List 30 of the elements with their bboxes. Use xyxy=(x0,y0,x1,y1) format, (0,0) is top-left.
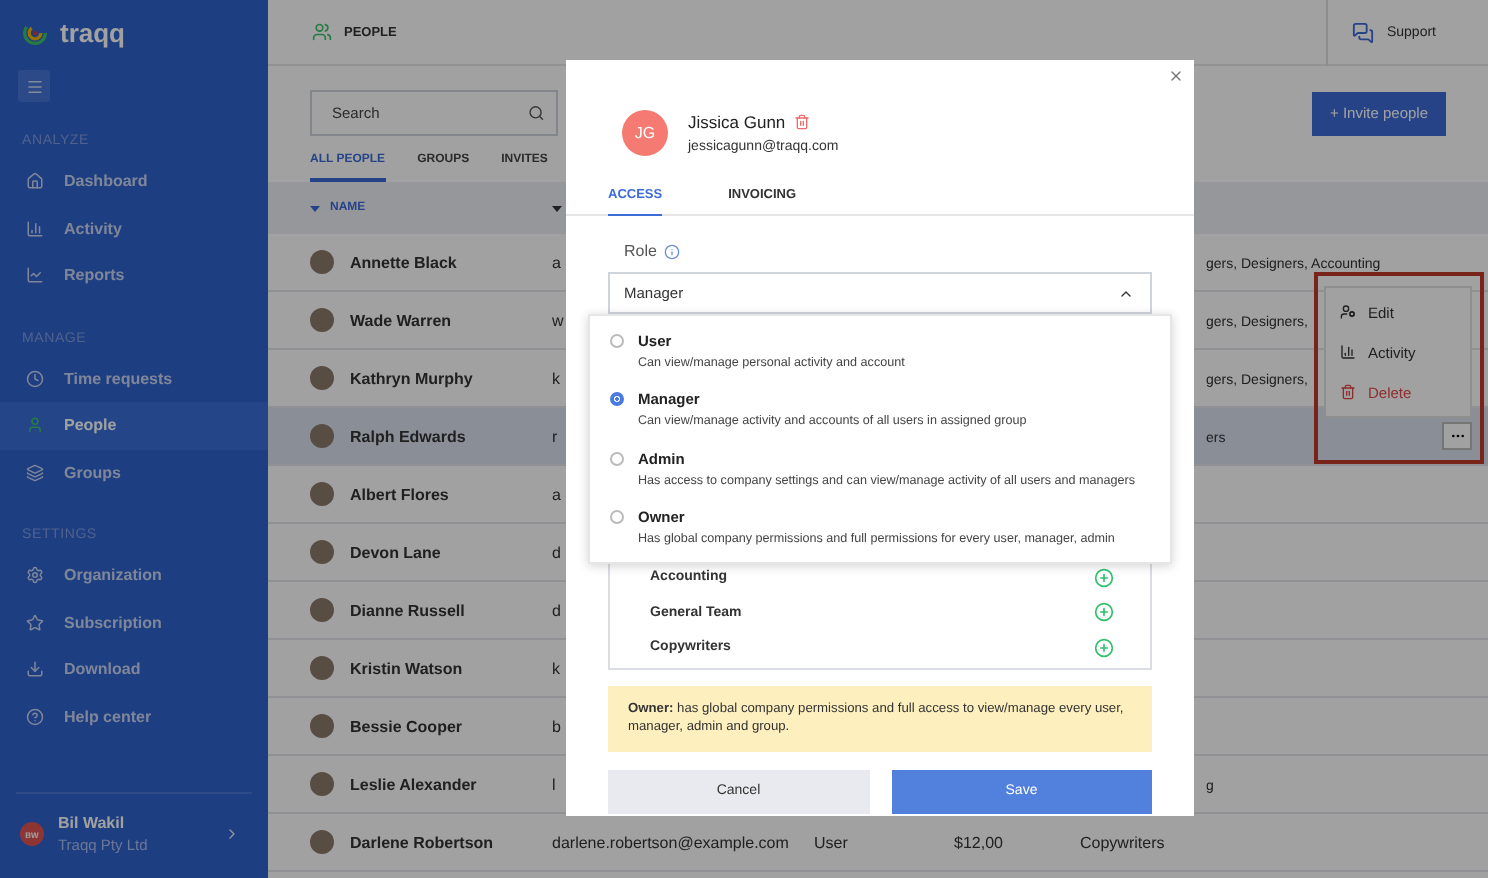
person-name: Wade Warren xyxy=(350,311,452,329)
email-cell: a xyxy=(552,253,561,271)
email-cell: k xyxy=(552,369,560,387)
person-name: Annette Black xyxy=(350,253,457,271)
role-cell: User xyxy=(814,833,848,851)
person-name: Dianne Russell xyxy=(350,601,465,619)
person-name: Leslie Alexander xyxy=(350,775,477,793)
email-cell: d xyxy=(552,601,561,619)
rate-cell: $12,00 xyxy=(954,833,1003,851)
person-name: Darlene Robertson xyxy=(350,833,494,851)
person-name: Albert Flores xyxy=(350,485,449,503)
person-name: Ralph Edwards xyxy=(350,427,466,445)
email-cell: b xyxy=(552,717,561,735)
user-avatar: JG xyxy=(622,110,668,156)
person-name: Kristin Watson xyxy=(350,659,463,677)
role-label: Role xyxy=(624,242,657,260)
person-name: Bessie Cooper xyxy=(350,717,463,735)
email-cell: darlene.robertson@example.com xyxy=(552,833,789,851)
user-name: Jissica Gunn xyxy=(688,112,786,132)
user-name: Bil Wakil xyxy=(58,814,127,832)
groups-cell: Copywriters xyxy=(1080,833,1165,851)
email-cell: w xyxy=(552,311,564,329)
email-cell: k xyxy=(552,659,560,677)
person-name: Devon Lane xyxy=(350,543,441,561)
email-cell: d xyxy=(552,543,561,561)
logo-text: traqq xyxy=(60,18,125,48)
email-cell: a xyxy=(552,485,561,503)
email-cell: r xyxy=(552,427,558,445)
email-cell: l xyxy=(552,775,556,793)
person-name: Kathryn Murphy xyxy=(350,369,473,387)
